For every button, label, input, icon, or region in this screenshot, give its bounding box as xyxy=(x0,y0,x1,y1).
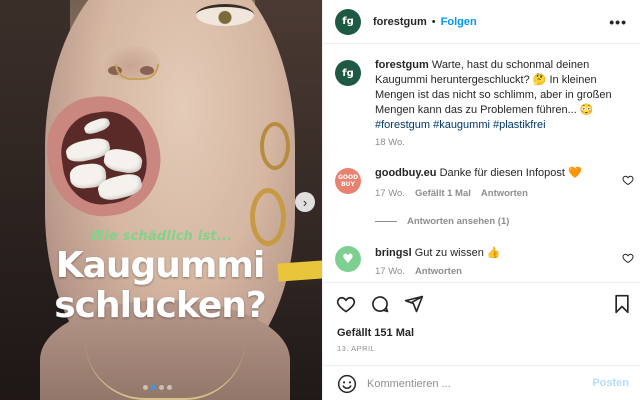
comment-body: goodbuy.eu Danke für diesen Infopost 🧡 xyxy=(375,166,615,181)
heart-icon[interactable] xyxy=(622,174,634,186)
avatar[interactable]: fg xyxy=(335,8,361,35)
photo-tape xyxy=(277,260,322,282)
comment-text: Danke für diesen Infopost 🧡 xyxy=(439,167,582,179)
carousel-next-button[interactable]: › xyxy=(295,192,315,212)
chevron-right-icon: › xyxy=(302,194,308,210)
avatar[interactable]: ♥ xyxy=(335,246,361,272)
carousel-dots xyxy=(143,385,172,390)
smiley-icon xyxy=(337,374,357,393)
carousel-dot xyxy=(151,385,156,390)
caption-body: forestgum Warte, hast du schonmal deinen… xyxy=(375,58,615,133)
headline-kicker: Wie schädlich ist... xyxy=(89,229,233,244)
comment-icon xyxy=(372,296,389,313)
carousel-dot xyxy=(143,385,148,390)
save-button[interactable] xyxy=(611,293,633,315)
comment-text: Gut zu wissen 👍 xyxy=(414,247,501,259)
header-username[interactable]: forestgum xyxy=(373,16,427,28)
avatar[interactable]: fg xyxy=(335,60,361,86)
carousel-dot xyxy=(167,385,172,390)
carousel-dot xyxy=(159,385,164,390)
replies-line xyxy=(375,221,397,222)
comment-likes[interactable]: Gefällt 1 Mal xyxy=(415,188,471,199)
comment-username[interactable]: goodbuy.eu xyxy=(375,167,437,179)
caption-username[interactable]: forestgum xyxy=(375,59,429,71)
view-replies-button[interactable]: Antworten ansehen (1) xyxy=(375,216,509,227)
share-button[interactable] xyxy=(403,293,425,315)
comment-form: Posten xyxy=(323,365,640,400)
caption-hashtags[interactable]: #forestgum #kaugummi #plastikfrei xyxy=(375,119,546,131)
photo-earring xyxy=(260,122,290,170)
follow-button[interactable]: Folgen xyxy=(441,16,477,28)
comment-time[interactable]: 17 Wo. xyxy=(375,266,405,277)
header-separator: • xyxy=(431,15,436,28)
caption-meta: 18 Wo. xyxy=(375,137,405,148)
like-count[interactable]: Gefällt 151 Mal xyxy=(337,327,414,339)
comment-time[interactable]: 17 Wo. xyxy=(375,188,405,199)
comment-button[interactable] xyxy=(369,293,391,315)
post-actions: Gefällt 151 Mal 13. APRIL Posten xyxy=(323,282,640,400)
emoji-button[interactable] xyxy=(337,374,357,394)
more-options-icon[interactable]: ••• xyxy=(609,14,627,30)
post-sidebar: fg forestgum • Folgen ••• fg forestgum W… xyxy=(322,0,640,400)
action-bar xyxy=(335,293,425,315)
comment-reply-button[interactable]: Antworten xyxy=(415,266,462,277)
avatar[interactable]: GOOD BUY xyxy=(335,168,361,194)
comment-meta: 17 Wo. Gefällt 1 Mal Antworten xyxy=(375,188,528,199)
comment-body: bringsl Gut zu wissen 👍 xyxy=(375,246,615,261)
comment-list[interactable]: fg forestgum Warte, hast du schonmal dei… xyxy=(323,44,640,282)
post-header: fg forestgum • Folgen ••• xyxy=(323,0,640,44)
post-date[interactable]: 13. APRIL xyxy=(337,344,375,353)
comment-meta: 17 Wo. Antworten xyxy=(375,266,462,277)
bookmark-icon xyxy=(615,294,629,314)
heart-icon[interactable] xyxy=(622,252,634,264)
share-icon xyxy=(404,295,424,313)
view-replies-label: Antworten ansehen (1) xyxy=(407,216,510,227)
headline: Kaugummi schlucken? xyxy=(54,245,267,326)
caption-time[interactable]: 18 Wo. xyxy=(375,137,405,148)
post-image[interactable]: Wie schädlich ist... Kaugummi schlucken?… xyxy=(0,0,322,400)
comment-username[interactable]: bringsl xyxy=(375,247,412,259)
comment-reply-button[interactable]: Antworten xyxy=(481,188,528,199)
like-button[interactable] xyxy=(335,293,357,315)
comment-input[interactable] xyxy=(367,377,587,390)
post-button[interactable]: Posten xyxy=(592,377,629,389)
heart-icon xyxy=(336,296,356,313)
photo-eye xyxy=(196,4,254,26)
